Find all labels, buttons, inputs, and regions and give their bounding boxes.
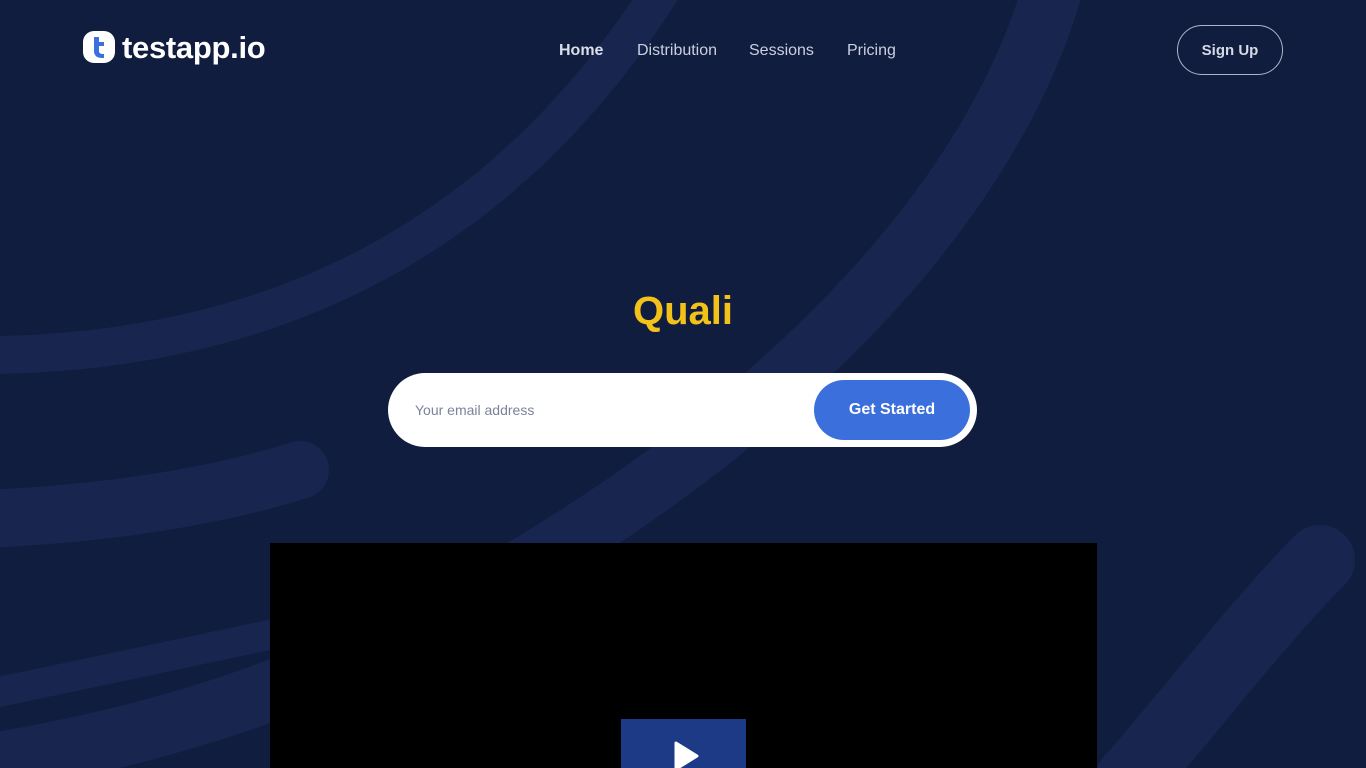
play-icon <box>674 741 699 768</box>
video-player[interactable] <box>270 543 1097 768</box>
main-nav: Home Distribution Sessions Pricing <box>0 40 1366 62</box>
landing-page: testapp.io Home Distribution Sessions Pr… <box>0 0 1366 768</box>
nav-sessions[interactable]: Sessions <box>749 40 814 62</box>
sign-up-button[interactable]: Sign Up <box>1177 25 1283 75</box>
email-signup-form: Get Started <box>388 373 977 447</box>
nav-pricing[interactable]: Pricing <box>847 40 896 62</box>
video-play-button[interactable] <box>621 719 746 768</box>
email-input[interactable] <box>415 395 805 425</box>
get-started-button[interactable]: Get Started <box>814 380 970 440</box>
hero-headline: Quali <box>632 289 734 333</box>
nav-distribution[interactable]: Distribution <box>637 40 717 62</box>
nav-home[interactable]: Home <box>559 40 603 62</box>
